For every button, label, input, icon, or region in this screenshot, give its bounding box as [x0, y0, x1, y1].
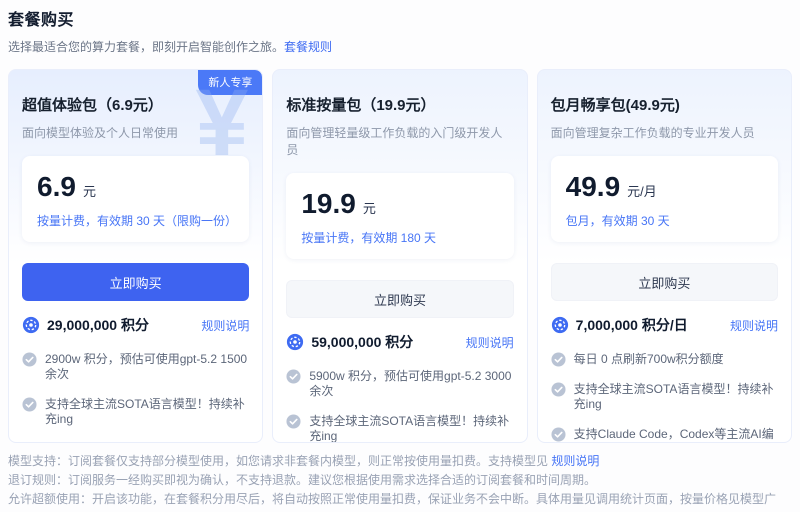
points-amount: 29,000,000 积分 — [47, 317, 149, 333]
points-coin-icon — [551, 316, 568, 334]
buy-now-button[interactable]: 立即购买 — [22, 263, 250, 301]
new-user-badge: 新人专享 — [198, 70, 263, 95]
points-coin-icon — [287, 333, 304, 351]
footer-rules-link[interactable]: 规则说明 — [551, 454, 599, 468]
card-monthly-package: 包月畅享包(49.9元) 面向管理复杂工作负载的专业开发人员 49.9 元/月 … — [536, 69, 792, 443]
price-unit: 元 — [82, 184, 96, 199]
card-title: 包月畅享包(49.9元) — [550, 97, 680, 114]
points-coin-icon — [22, 316, 40, 334]
check-icon — [286, 369, 301, 384]
feature-text: 支持全球主流SOTA语言模型！持续补充ing — [573, 382, 774, 411]
page-subtitle-text: 选择最适合您的算力套餐，即刻开启智能创作之旅。 — [8, 40, 285, 54]
feature-text: 每日 0 点刷新700w积分额度 — [573, 352, 724, 366]
feature-item: 支持全球主流SOTA语言模型！持续补充ing — [551, 382, 778, 412]
footer-text: 订阅服务一经购买即视为确认，不支持退款。建议您根据使用需求选择合适的订阅套餐和时… — [68, 473, 597, 487]
check-icon — [551, 427, 566, 442]
feature-text: 支持Claude Code，Codex等主流AI编程助手 — [573, 427, 774, 441]
price-description: 包月，有效期 30 天 — [565, 214, 670, 228]
page-title: 套餐购买 — [8, 12, 75, 29]
feature-list: 5900w 积分，预估可使用gpt-5.2 3000余次 支持全球主流SOTA语… — [286, 369, 513, 443]
feature-text: 支持全球主流SOTA语言模型！持续补充ing — [309, 414, 510, 443]
points-row: 29,000,000 积分 规则说明 — [22, 315, 249, 335]
price-value: 49.9 — [565, 171, 621, 202]
points-row: 7,000,000 积分/日 规则说明 — [551, 315, 778, 335]
feature-item: 支持全球主流SOTA语言模型！持续补充ing — [286, 414, 513, 443]
check-icon — [551, 352, 566, 367]
rules-link[interactable]: 规则说明 — [201, 317, 249, 334]
feature-item: 支持Claude Code，Codex等主流AI编程助手 — [22, 442, 249, 443]
check-icon — [22, 352, 37, 367]
card-subtitle: 面向模型体验及个人日常使用 — [22, 126, 179, 140]
rules-link[interactable]: 规则说明 — [466, 334, 514, 351]
footer-text: 订阅套餐仅支持部分模型使用，如您请求非套餐内模型，则正常按使用量扣费。支持模型见 — [68, 454, 552, 468]
feature-text: 5900w 积分，预估可使用gpt-5.2 3000余次 — [309, 369, 512, 398]
check-icon — [22, 397, 37, 412]
page-subtitle: 选择最适合您的算力套餐，即刻开启智能创作之旅。套餐规则 — [8, 38, 792, 55]
footer-label: 退订规则： — [8, 473, 69, 487]
price-row: 6.9 元 — [37, 171, 234, 203]
pricing-cards: 新人专享 ¥ 超值体验包（6.9元） 面向模型体验及个人日常使用 6.9 元 按… — [8, 69, 792, 443]
footer-notes: 模型支持：订阅套餐仅支持部分模型使用，如您请求非套餐内模型，则正常按使用量扣费。… — [8, 452, 792, 512]
buy-now-button[interactable]: 立即购买 — [550, 263, 778, 301]
points-row: 59,000,000 积分 规则说明 — [286, 332, 514, 352]
card-standard-package: 标准按量包（19.9元） 面向管理轻量级工作负载的入门级开发人员 19.9 元 … — [272, 69, 528, 443]
feature-item: 支持Claude Code，Codex等主流AI编程助手 — [551, 427, 778, 442]
feature-text: 支持全球主流SOTA语言模型！持续补充ing — [45, 397, 245, 426]
footer-line-model-support: 模型支持：订阅套餐仅支持部分模型使用，如您请求非套餐内模型，则正常按使用量扣费。… — [8, 452, 792, 471]
feature-list: 每日 0 点刷新700w积分额度 支持全球主流SOTA语言模型！持续补充ing … — [551, 352, 778, 442]
footer-text: 开启该功能，在套餐积分用尽后，将自动按照正常使用量扣费，保证业务不会中断。具体用… — [8, 492, 777, 512]
rules-link[interactable]: 规则说明 — [730, 317, 778, 334]
price-row: 19.9 元 — [301, 188, 498, 220]
feature-list: 2900w 积分，预估可使用gpt-5.2 1500余次 支持全球主流SOTA语… — [22, 352, 249, 443]
feature-item: 5900w 积分，预估可使用gpt-5.2 3000余次 — [286, 369, 513, 399]
feature-item: 每日 0 点刷新700w积分额度 — [551, 352, 778, 367]
check-icon — [286, 414, 301, 429]
points-amount: 7,000,000 积分/日 — [575, 317, 688, 333]
price-unit: 元/月 — [627, 184, 657, 199]
price-value: 19.9 — [301, 188, 356, 219]
footer-line-refund-policy: 退订规则：订阅服务一经购买即视为确认，不支持退款。建议您根据使用需求选择合适的订… — [8, 471, 792, 490]
price-value: 6.9 — [37, 171, 76, 202]
price-description: 按量计费，有效期 30 天（限购一份） — [37, 214, 238, 228]
feature-item: 支持全球主流SOTA语言模型！持续补充ing — [22, 397, 249, 427]
footer-label: 模型支持： — [8, 454, 69, 468]
check-icon — [551, 382, 566, 397]
check-icon — [22, 442, 37, 443]
package-rules-link[interactable]: 套餐规则 — [284, 40, 332, 54]
card-subtitle: 面向管理复杂工作负载的专业开发人员 — [550, 126, 755, 140]
footer-label: 允许超额使用： — [8, 492, 93, 506]
price-box: 49.9 元/月 包月，有效期 30 天 — [550, 156, 778, 242]
points-amount: 59,000,000 积分 — [311, 334, 414, 350]
footer-line-overage-usage: 允许超额使用：开启该功能，在套餐积分用尽后，将自动按照正常使用量扣费，保证业务不… — [8, 490, 792, 512]
price-box: 19.9 元 按量计费，有效期 180 天 — [286, 173, 514, 259]
price-box: 6.9 元 按量计费，有效期 30 天（限购一份） — [22, 156, 250, 242]
price-unit: 元 — [362, 201, 376, 216]
feature-item: 2900w 积分，预估可使用gpt-5.2 1500余次 — [22, 352, 249, 382]
card-subtitle: 面向管理轻量级工作负载的入门级开发人员 — [286, 126, 503, 157]
feature-text: 支持Claude Code，Codex等主流AI编程助手 — [45, 442, 249, 443]
card-trial-package: 新人专享 ¥ 超值体验包（6.9元） 面向模型体验及个人日常使用 6.9 元 按… — [8, 69, 264, 443]
feature-text: 2900w 积分，预估可使用gpt-5.2 1500余次 — [45, 352, 248, 381]
price-row: 49.9 元/月 — [566, 171, 763, 203]
card-title: 标准按量包（19.9元） — [286, 97, 436, 114]
buy-now-button[interactable]: 立即购买 — [286, 280, 514, 318]
price-description: 按量计费，有效期 180 天 — [301, 231, 437, 245]
card-title: 超值体验包（6.9元） — [22, 97, 163, 114]
